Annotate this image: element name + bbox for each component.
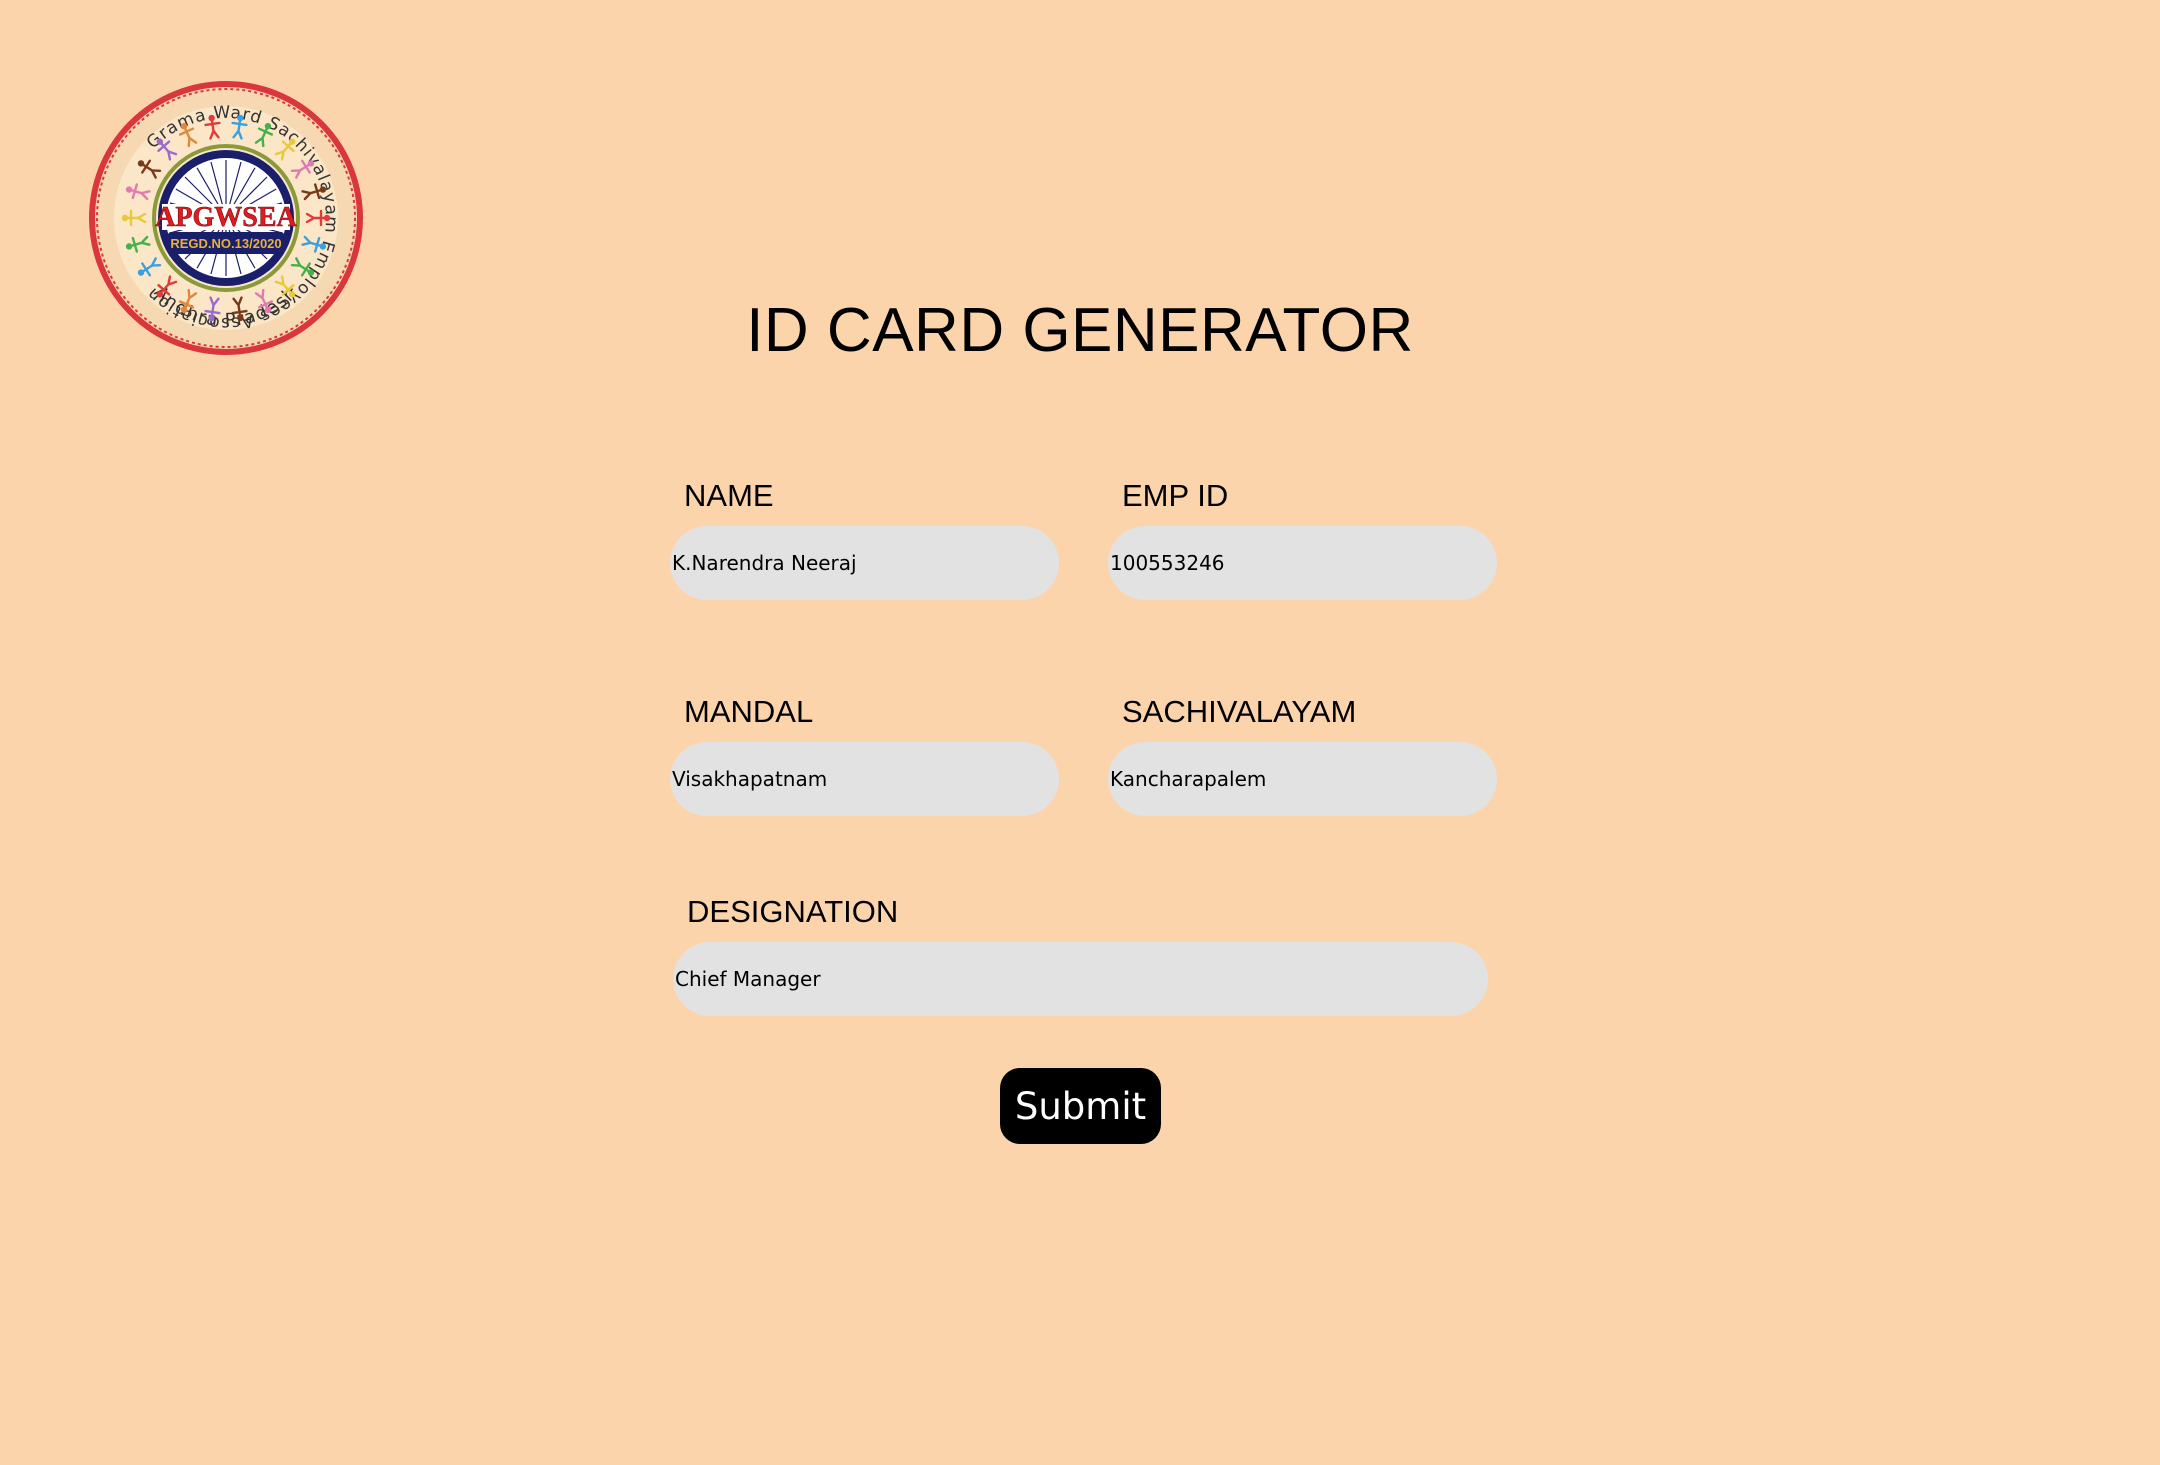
designation-input[interactable] xyxy=(673,942,1488,1016)
emp-id-label: EMP ID xyxy=(1122,478,1229,513)
name-label: NAME xyxy=(684,478,774,513)
mandal-input[interactable] xyxy=(670,742,1059,816)
designation-label: DESIGNATION xyxy=(687,894,899,929)
name-field: NAME xyxy=(670,475,1059,600)
mandal-label: MANDAL xyxy=(684,694,814,729)
designation-field: DESIGNATION xyxy=(673,891,1488,1016)
sachivalayam-label: SACHIVALAYAM xyxy=(1122,694,1357,729)
name-input[interactable] xyxy=(670,526,1059,600)
mandal-field: MANDAL xyxy=(670,691,1059,816)
submit-button[interactable]: Submit xyxy=(1000,1068,1161,1144)
emp-id-field: EMP ID xyxy=(1108,475,1497,600)
logo-acronym: APGWSEA xyxy=(155,202,297,233)
logo-registration: REGD.NO.13/2020 xyxy=(170,236,281,251)
emp-id-input[interactable] xyxy=(1108,526,1497,600)
sachivalayam-input[interactable] xyxy=(1108,742,1497,816)
sachivalayam-field: SACHIVALAYAM xyxy=(1108,691,1497,816)
page-title: ID CARD GENERATOR xyxy=(746,296,1414,365)
